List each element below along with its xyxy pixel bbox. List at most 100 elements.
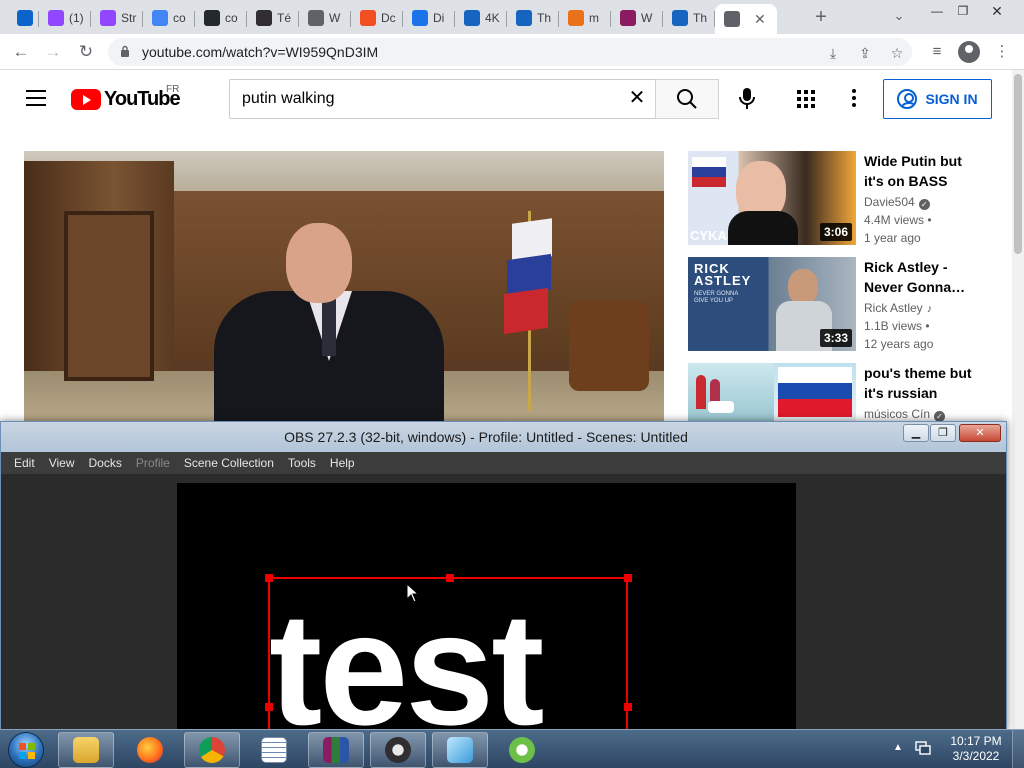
related-video[interactable]: RICK ASTLEY NEVER GONNA GIVE YOU UP 3:33…	[688, 257, 988, 353]
menu-help[interactable]: Help	[323, 456, 362, 470]
search-box[interactable]: putin walking ✕	[229, 79, 656, 119]
browser-tab[interactable]: co	[143, 4, 195, 32]
browser-tab[interactable]: m	[559, 4, 611, 32]
taskbar-drive[interactable]	[494, 732, 550, 768]
puzzle-icon	[568, 10, 584, 26]
browser-tab[interactable]: W	[299, 4, 351, 32]
obs-preview-canvas[interactable]: test	[177, 483, 796, 733]
menu-edit[interactable]: Edit	[7, 456, 42, 470]
media-queue-icon[interactable]: ≡	[927, 42, 947, 62]
address-url[interactable]: youtube.com/watch?v=WI959QnD3IM	[142, 44, 378, 60]
install-icon[interactable]: ⤓	[824, 44, 842, 62]
menu-docks[interactable]: Docks	[81, 456, 128, 470]
resize-handle[interactable]	[624, 574, 632, 582]
browser-tab[interactable]: Di	[403, 4, 455, 32]
resize-handle[interactable]	[624, 703, 632, 711]
more-options-icon[interactable]	[852, 89, 858, 109]
taskbar-winrar[interactable]	[308, 732, 364, 768]
browser-tab[interactable]: Str	[91, 4, 143, 32]
related-video-title[interactable]: Rick Astley - Never Gonna…	[864, 257, 974, 297]
apps-grid-icon[interactable]	[797, 90, 815, 108]
related-video-title[interactable]: Wide Putin but it's on BASS	[864, 151, 974, 191]
scrollbar-thumb[interactable]	[1014, 74, 1022, 254]
speaker-icon	[724, 11, 740, 27]
chrome-menu-icon[interactable]: ⋮	[992, 42, 1012, 62]
browser-tab[interactable]: Dc	[351, 4, 403, 32]
obs-maximize-button[interactable]: ❐	[930, 424, 956, 442]
resize-handle[interactable]	[265, 703, 273, 711]
obs-title-bar[interactable]: OBS 27.2.3 (32-bit, windows) - Profile: …	[1, 422, 1006, 452]
channel-name[interactable]: Davie504 ✓	[864, 195, 930, 210]
bookmark-star-icon[interactable]: ☆	[888, 44, 906, 62]
channel-name-text[interactable]: Rick Astley	[864, 301, 923, 315]
resize-handle[interactable]	[446, 574, 454, 582]
upload-age: 12 years ago	[864, 337, 934, 351]
browser-tab[interactable]: Té	[247, 4, 299, 32]
channel-name-text[interactable]: músicos Cín	[864, 407, 930, 421]
lock-icon[interactable]	[120, 45, 130, 58]
share-icon[interactable]: ⇪	[856, 44, 874, 62]
browser-tab[interactable]: ✕	[715, 4, 777, 34]
channel-name[interactable]: Rick Astley ♪	[864, 301, 932, 315]
search-input[interactable]: putin walking	[242, 90, 335, 108]
search-button[interactable]	[655, 79, 719, 119]
browser-close-button[interactable]: ✕	[984, 2, 1010, 20]
address-bar[interactable]: youtube.com/watch?v=WI959QnD3IM ⤓ ⇪ ☆	[108, 38, 912, 66]
reload-icon[interactable]: ↻	[75, 41, 97, 63]
menu-profile[interactable]: Profile	[129, 456, 177, 470]
video-player[interactable]	[24, 151, 664, 451]
obs-close-button[interactable]: ✕	[959, 424, 1001, 442]
network-icon[interactable]	[914, 740, 932, 756]
related-video[interactable]: CYKA 3:06 Wide Putin but it's on BASS Da…	[688, 151, 988, 247]
obs-minimize-button[interactable]: ▁	[903, 424, 929, 442]
music-note-icon: ♪	[926, 303, 933, 315]
menu-tools[interactable]: Tools	[281, 456, 323, 470]
related-video-title[interactable]: pou's theme but it's russian	[864, 363, 974, 403]
video-duration: 3:06	[819, 223, 852, 241]
microphone-icon[interactable]	[735, 86, 759, 112]
channel-name-text[interactable]: Davie504	[864, 195, 915, 209]
tab-search-icon[interactable]: ⌄	[889, 8, 909, 28]
browser-minimize-button[interactable]: —	[924, 2, 950, 20]
source-selection-box[interactable]	[265, 574, 632, 733]
start-button[interactable]	[8, 732, 44, 768]
video-thumbnail[interactable]: CYKA 3:06	[688, 151, 856, 245]
thumbnail-subcaption: NEVER GONNA GIVE YOU UP	[694, 291, 739, 304]
taskbar-notepad[interactable]	[246, 732, 302, 768]
new-tab-button[interactable]: +	[810, 6, 832, 28]
taskbar-obs[interactable]	[370, 732, 426, 768]
menu-view[interactable]: View	[42, 456, 82, 470]
taskbar-clock[interactable]: 10:17 PM 3/3/2022	[944, 734, 1008, 764]
browser-restore-button[interactable]: ❐	[950, 2, 976, 20]
back-icon[interactable]: ←	[10, 41, 32, 63]
clear-search-icon[interactable]: ✕	[626, 87, 648, 109]
page-scrollbar[interactable]	[1012, 70, 1024, 730]
browser-tab[interactable]: 4K	[455, 4, 507, 32]
resize-handle[interactable]	[265, 574, 273, 582]
browser-tab[interactable]: Th	[507, 4, 559, 32]
sign-in-label: SIGN IN	[925, 91, 978, 107]
forward-icon[interactable]: →	[42, 41, 64, 63]
browser-tab[interactable]: M	[8, 4, 39, 32]
profile-avatar[interactable]	[958, 41, 980, 63]
folder-icon	[73, 737, 99, 763]
taskbar-firefox[interactable]	[122, 732, 178, 768]
show-hidden-icons-icon[interactable]: ▲	[893, 742, 903, 753]
channel-name[interactable]: músicos Cín ✓	[864, 407, 946, 422]
browser-tab[interactable]: Th	[663, 4, 715, 32]
video-thumbnail[interactable]	[688, 363, 856, 421]
browser-tab[interactable]: co	[195, 4, 247, 32]
sign-in-button[interactable]: SIGN IN	[883, 79, 992, 119]
browser-tab[interactable]: W	[611, 4, 663, 32]
taskbar-explorer[interactable]	[58, 732, 114, 768]
browser-tab[interactable]: (1)	[39, 4, 91, 32]
tab-close-icon[interactable]: ✕	[754, 11, 766, 28]
obs-icon	[256, 10, 272, 26]
hamburger-menu-icon[interactable]	[26, 90, 46, 106]
youtube-logo[interactable]: YouTube	[71, 88, 181, 111]
show-desktop-button[interactable]	[1012, 730, 1024, 768]
taskbar-chrome[interactable]	[184, 732, 240, 768]
taskbar-gadget[interactable]	[432, 732, 488, 768]
menu-scene-collection[interactable]: Scene Collection	[177, 456, 281, 470]
video-thumbnail[interactable]: RICK ASTLEY NEVER GONNA GIVE YOU UP 3:33	[688, 257, 856, 351]
